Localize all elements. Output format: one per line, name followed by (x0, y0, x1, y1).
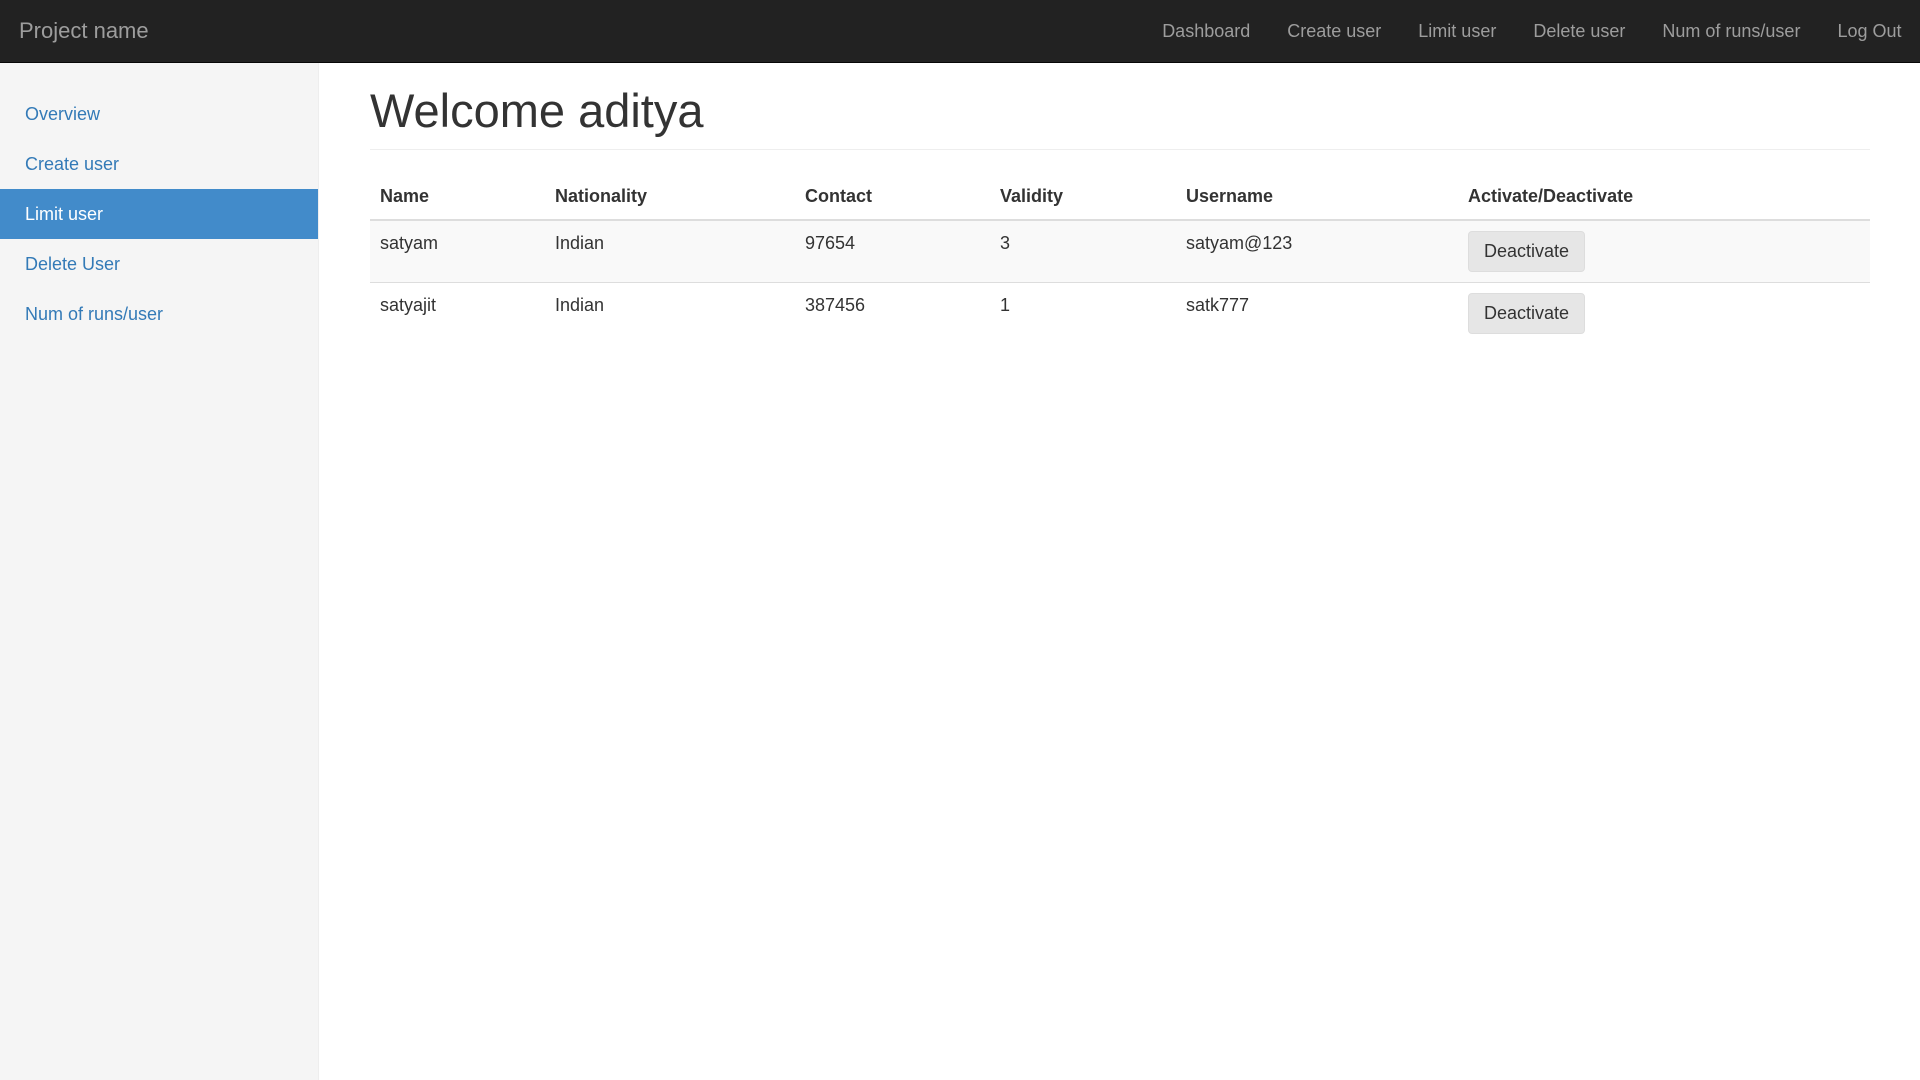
sidebar-item-overview[interactable]: Overview (0, 89, 318, 139)
sidebar-item-num-of-runs-user[interactable]: Num of runs/user (0, 289, 318, 339)
cell-username: satk777 (1176, 282, 1458, 345)
cell-contact: 387456 (795, 282, 990, 345)
nav-limit-user[interactable]: Limit user (1400, 0, 1515, 62)
nav-dashboard[interactable]: Dashboard (1144, 0, 1269, 62)
nav-create-user[interactable]: Create user (1269, 0, 1400, 62)
page-title: Welcome aditya (370, 84, 704, 137)
top-nav-links: Dashboard Create user Limit user Delete … (1144, 0, 1920, 62)
deactivate-button[interactable]: Deactivate (1468, 231, 1586, 273)
column-header-activate-deactivate: Activate/Deactivate (1458, 173, 1870, 222)
cell-username: satyam@123 (1176, 220, 1458, 283)
nav-delete-user[interactable]: Delete user (1515, 0, 1644, 62)
cell-action: Deactivate (1458, 282, 1870, 345)
brand-link[interactable]: Project name (19, 0, 149, 62)
sidebar-item-create-user[interactable]: Create user (0, 139, 318, 189)
cell-action: Deactivate (1458, 220, 1870, 283)
nav-num-of-runs-user[interactable]: Num of runs/user (1644, 0, 1819, 62)
table-row: satyam Indian 97654 3 satyam@123 Deactiv… (370, 220, 1870, 283)
column-header-contact: Contact (795, 173, 990, 222)
cell-name: satyam (370, 220, 545, 283)
page-header: Welcome aditya (370, 85, 1870, 150)
column-header-name: Name (370, 173, 545, 222)
cell-name: satyajit (370, 282, 545, 345)
main-content: Welcome aditya Name Nationality Contact … (370, 63, 1870, 345)
users-table: Name Nationality Contact Validity Userna… (370, 173, 1870, 345)
column-header-nationality: Nationality (545, 173, 795, 222)
cell-validity: 3 (990, 220, 1176, 283)
cell-nationality: Indian (545, 220, 795, 283)
cell-nationality: Indian (545, 282, 795, 345)
table-row: satyajit Indian 387456 1 satk777 Deactiv… (370, 282, 1870, 345)
sidebar-item-limit-user[interactable]: Limit user (0, 189, 318, 239)
cell-contact: 97654 (795, 220, 990, 283)
deactivate-button[interactable]: Deactivate (1468, 293, 1586, 335)
top-navbar: Project name Dashboard Create user Limit… (0, 0, 1920, 63)
column-header-validity: Validity (990, 173, 1176, 222)
sidebar-nav: Overview Create user Limit user Delete U… (0, 63, 318, 339)
column-header-username: Username (1176, 173, 1458, 222)
cell-validity: 1 (990, 282, 1176, 345)
sidebar: Overview Create user Limit user Delete U… (0, 63, 319, 1080)
sidebar-item-delete-user[interactable]: Delete User (0, 239, 318, 289)
nav-log-out[interactable]: Log Out (1819, 0, 1920, 62)
table-header-row: Name Nationality Contact Validity Userna… (370, 173, 1870, 222)
